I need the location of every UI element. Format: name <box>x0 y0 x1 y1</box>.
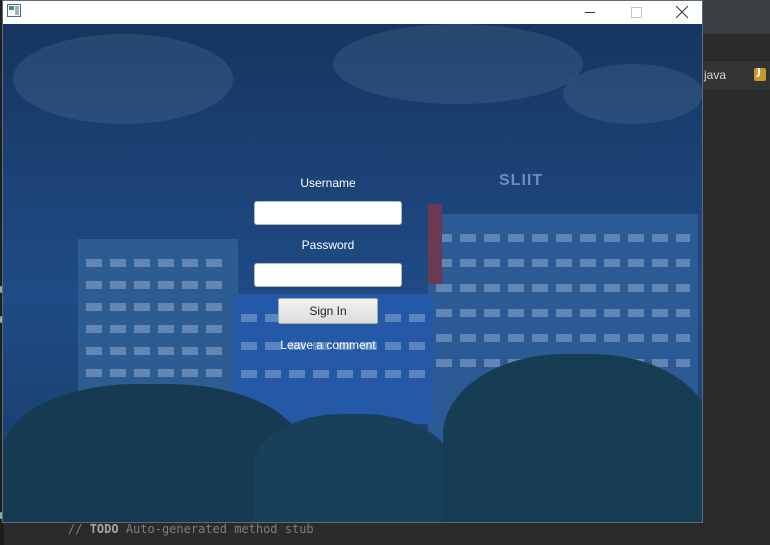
login-panel: SLIIT Username Password Sign In Leave a … <box>3 24 702 522</box>
maximize-button[interactable] <box>613 1 659 24</box>
ide-code-line: // TODO Auto-generated method stub <box>68 522 314 536</box>
ide-editor-tab[interactable]: java <box>704 68 726 82</box>
java-file-icon <box>754 67 766 81</box>
close-icon <box>676 6 688 18</box>
minimize-button[interactable] <box>567 1 613 24</box>
ide-toolbar <box>703 0 770 34</box>
password-field[interactable] <box>254 263 402 287</box>
password-label: Password <box>301 238 355 252</box>
app-icon <box>7 4 21 17</box>
leave-comment-link[interactable]: Leave a comment <box>273 338 383 352</box>
username-field[interactable] <box>254 201 402 225</box>
close-button[interactable] <box>659 1 705 24</box>
background-sign: SLIIT <box>499 172 544 189</box>
title-bar[interactable] <box>3 1 702 24</box>
sign-in-button[interactable]: Sign In <box>278 298 378 324</box>
username-label: Username <box>300 176 356 190</box>
login-window: SLIIT Username Password Sign In Leave a … <box>2 0 703 523</box>
